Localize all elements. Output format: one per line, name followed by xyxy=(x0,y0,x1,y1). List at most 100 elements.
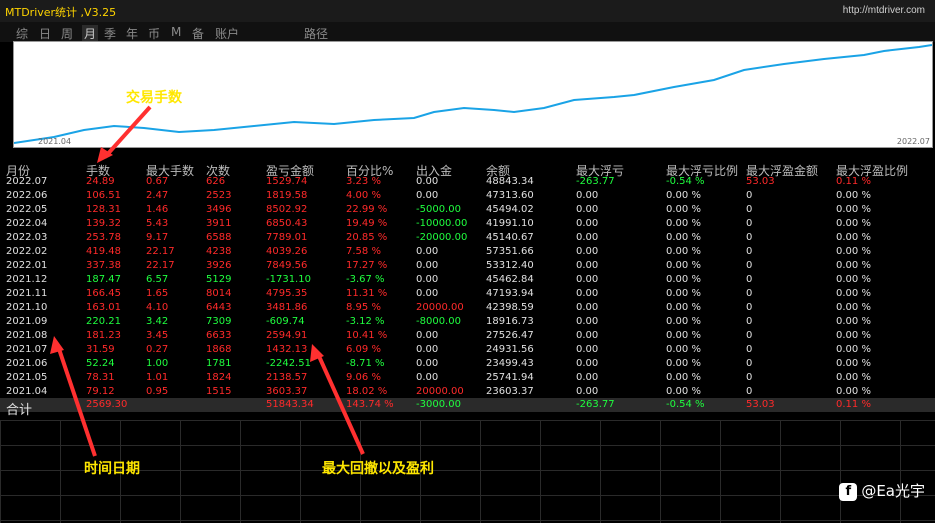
row-month: 2022.03 xyxy=(6,232,48,243)
table-cell: 48843.34 xyxy=(486,176,534,187)
website-link[interactable]: http://mtdriver.com xyxy=(843,5,925,16)
table-cell: 57351.66 xyxy=(486,246,534,257)
table-cell: 0.00 xyxy=(416,344,439,355)
table-cell: 78.31 xyxy=(86,372,115,383)
table-cell: 0.00 % xyxy=(666,260,701,271)
table-cell: 0.00 xyxy=(576,204,599,215)
table-cell: 128.31 xyxy=(86,204,121,215)
table-cell: 0 xyxy=(746,190,753,201)
tab-5[interactable]: 年 xyxy=(126,25,138,42)
row-month: 2021.08 xyxy=(6,330,48,341)
table-cell: 42398.59 xyxy=(486,302,534,313)
table-cell: 0.00 % xyxy=(666,316,701,327)
table-cell: 23499.43 xyxy=(486,358,534,369)
row-month: 2022.05 xyxy=(6,204,48,215)
table-cell: 181.23 xyxy=(86,330,121,341)
arrow-lots xyxy=(97,105,152,163)
table-cell: 1.65 xyxy=(146,288,169,299)
table-cell: 0.00 % xyxy=(836,358,871,369)
tab-3[interactable]: 月 xyxy=(82,25,99,42)
tab-7[interactable]: M xyxy=(171,25,181,39)
table-cell: 41991.10 xyxy=(486,218,534,229)
total-row-bg xyxy=(0,398,935,412)
table-cell: 0.00 % xyxy=(836,274,871,285)
table-cell: 20.85 % xyxy=(346,232,388,243)
table-cell: 419.48 xyxy=(86,246,121,257)
table-cell: 0.00 xyxy=(416,260,439,271)
monthly-stats-table xyxy=(0,156,935,421)
table-cell: 0.27 xyxy=(146,344,169,355)
table-cell: 0.00 xyxy=(576,190,599,201)
table-cell: 6.57 xyxy=(146,274,169,285)
table-cell: 20000.00 xyxy=(416,386,464,397)
row-month: 2022.02 xyxy=(6,246,48,257)
table-cell: 0.67 xyxy=(146,176,169,187)
total-cell: 0.11 % xyxy=(836,399,871,410)
table-cell: 3.42 xyxy=(146,316,169,327)
row-month: 2021.12 xyxy=(6,274,48,285)
table-cell: 22.99 % xyxy=(346,204,388,215)
table-cell: 0 xyxy=(746,246,753,257)
table-cell: 9.06 % xyxy=(346,372,381,383)
table-cell: 0.00 xyxy=(416,246,439,257)
table-cell: 17.27 % xyxy=(346,260,388,271)
empty-grid-area xyxy=(0,420,935,523)
tab-2[interactable]: 周 xyxy=(61,25,73,42)
table-cell: 0.00 % xyxy=(666,302,701,313)
table-cell: 31.59 xyxy=(86,344,115,355)
table-cell: 0.00 % xyxy=(666,232,701,243)
table-cell: 0.00 % xyxy=(666,218,701,229)
table-cell: 3481.86 xyxy=(266,302,308,313)
tab-0[interactable]: 综 xyxy=(16,25,28,42)
table-cell: 0 xyxy=(746,232,753,243)
annotation-lots: 交易手数 xyxy=(126,90,182,106)
tab-6[interactable]: 币 xyxy=(148,25,160,42)
table-cell: 0.00 % xyxy=(836,232,871,243)
table-cell: 0.00 xyxy=(576,232,599,243)
table-cell: 0.00 xyxy=(576,302,599,313)
tab-10[interactable]: 路径 xyxy=(304,25,328,42)
table-cell: 1824 xyxy=(206,372,232,383)
table-cell: -3.67 % xyxy=(346,274,385,285)
tab-1[interactable]: 日 xyxy=(39,25,51,42)
total-cell: -0.54 % xyxy=(666,399,705,410)
table-cell: 0.00 xyxy=(576,316,599,327)
row-month: 2021.07 xyxy=(6,344,48,355)
table-cell: 11.31 % xyxy=(346,288,388,299)
table-cell: 5129 xyxy=(206,274,232,285)
table-cell: 0.00 xyxy=(416,330,439,341)
table-cell: 1868 xyxy=(206,344,232,355)
table-cell: 1.00 xyxy=(146,358,169,369)
table-cell: 220.21 xyxy=(86,316,121,327)
table-cell: -8.71 % xyxy=(346,358,385,369)
table-cell: -0.54 % xyxy=(666,176,705,187)
table-cell: 6443 xyxy=(206,302,232,313)
facebook-icon: f xyxy=(839,482,858,501)
period-tabs: 综日周月季年币 M 备账户 路径 xyxy=(0,22,935,42)
total-cell: -3000.00 xyxy=(416,399,461,410)
table-cell: 3.23 % xyxy=(346,176,381,187)
total-cell: 143.74 % xyxy=(346,399,394,410)
table-cell: 1515 xyxy=(206,386,232,397)
table-cell: 20000.00 xyxy=(416,302,464,313)
table-cell: 0.00 % xyxy=(666,288,701,299)
table-cell: 0.00 xyxy=(416,358,439,369)
table-cell: 22.17 xyxy=(146,260,175,271)
table-cell: -20000.00 xyxy=(416,232,468,243)
table-cell: 1.46 xyxy=(146,204,169,215)
table-cell: 337.38 xyxy=(86,260,121,271)
table-cell: -5000.00 xyxy=(416,204,461,215)
table-cell: 4039.26 xyxy=(266,246,308,257)
table-cell: 27526.47 xyxy=(486,330,534,341)
table-cell: 0.11 % xyxy=(836,176,871,187)
table-cell: 47193.94 xyxy=(486,288,534,299)
tab-9[interactable]: 账户 xyxy=(215,25,239,42)
tab-4[interactable]: 季 xyxy=(104,25,116,42)
watermark: f @Ea光宇 xyxy=(839,480,925,501)
tab-8[interactable]: 备 xyxy=(192,25,204,42)
table-cell: 2138.57 xyxy=(266,372,308,383)
table-cell: 0.00 xyxy=(416,288,439,299)
table-cell: 0 xyxy=(746,302,753,313)
annotation-date: 时间日期 xyxy=(84,461,140,477)
row-month: 2022.07 xyxy=(6,176,48,187)
